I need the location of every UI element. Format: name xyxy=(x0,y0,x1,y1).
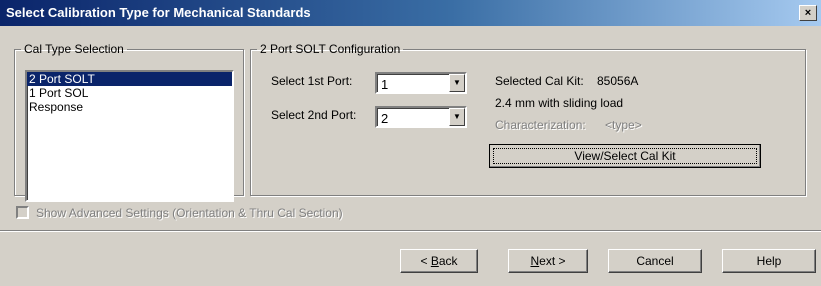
back-prefix: < xyxy=(420,254,431,268)
title-bar: Select Calibration Type for Mechanical S… xyxy=(0,0,821,26)
footer-separator xyxy=(0,230,821,232)
cal-type-item-2-port-solt[interactable]: 2 Port SOLT xyxy=(27,72,232,86)
next-button[interactable]: Next > xyxy=(508,249,588,273)
next-access-key: N xyxy=(530,254,540,268)
cal-type-item-response[interactable]: Response xyxy=(27,100,232,114)
back-button[interactable]: < Back xyxy=(400,249,478,273)
help-button[interactable]: Help xyxy=(722,249,816,273)
cancel-button[interactable]: Cancel xyxy=(608,249,702,273)
show-advanced-checkbox[interactable] xyxy=(16,206,29,219)
cal-type-legend: Cal Type Selection xyxy=(24,42,124,56)
back-label-rest: ack xyxy=(438,254,458,268)
chevron-down-icon[interactable]: ▼ xyxy=(449,74,465,92)
characterization-label: Characterization: xyxy=(495,118,586,132)
first-port-select[interactable]: 1 ▼ xyxy=(375,72,467,94)
view-select-cal-kit-button[interactable]: View/Select Cal Kit xyxy=(489,144,761,168)
second-port-select[interactable]: 2 ▼ xyxy=(375,106,467,128)
second-port-value: 2 xyxy=(381,111,389,126)
cal-kit-description: 2.4 mm with sliding load xyxy=(495,96,624,110)
port-config-legend: 2 Port SOLT Configuration xyxy=(260,42,401,56)
characterization-value: <type> xyxy=(605,118,642,132)
show-advanced-label: Show Advanced Settings (Orientation & Th… xyxy=(36,206,343,220)
cal-type-listbox[interactable]: 2 Port SOLT 1 Port SOL Response xyxy=(25,70,234,202)
port-config-group: 2 Port SOLT Configuration Select 1st Por… xyxy=(250,42,806,196)
second-port-label: Select 2nd Port: xyxy=(271,108,357,122)
cal-type-group: Cal Type Selection 2 Port SOLT 1 Port SO… xyxy=(14,42,244,202)
cal-kit-label: Selected Cal Kit: xyxy=(495,74,584,88)
back-access-key: B xyxy=(430,254,439,268)
chevron-down-icon[interactable]: ▼ xyxy=(449,108,465,126)
first-port-value: 1 xyxy=(381,77,389,92)
cal-kit-value: 85056A xyxy=(597,74,639,88)
cal-type-item-1-port-sol[interactable]: 1 Port SOL xyxy=(27,86,232,100)
window-title: Select Calibration Type for Mechanical S… xyxy=(6,5,311,20)
close-icon[interactable]: × xyxy=(799,5,817,21)
next-label-rest: ext > xyxy=(539,254,566,268)
first-port-label: Select 1st Port: xyxy=(271,74,353,88)
